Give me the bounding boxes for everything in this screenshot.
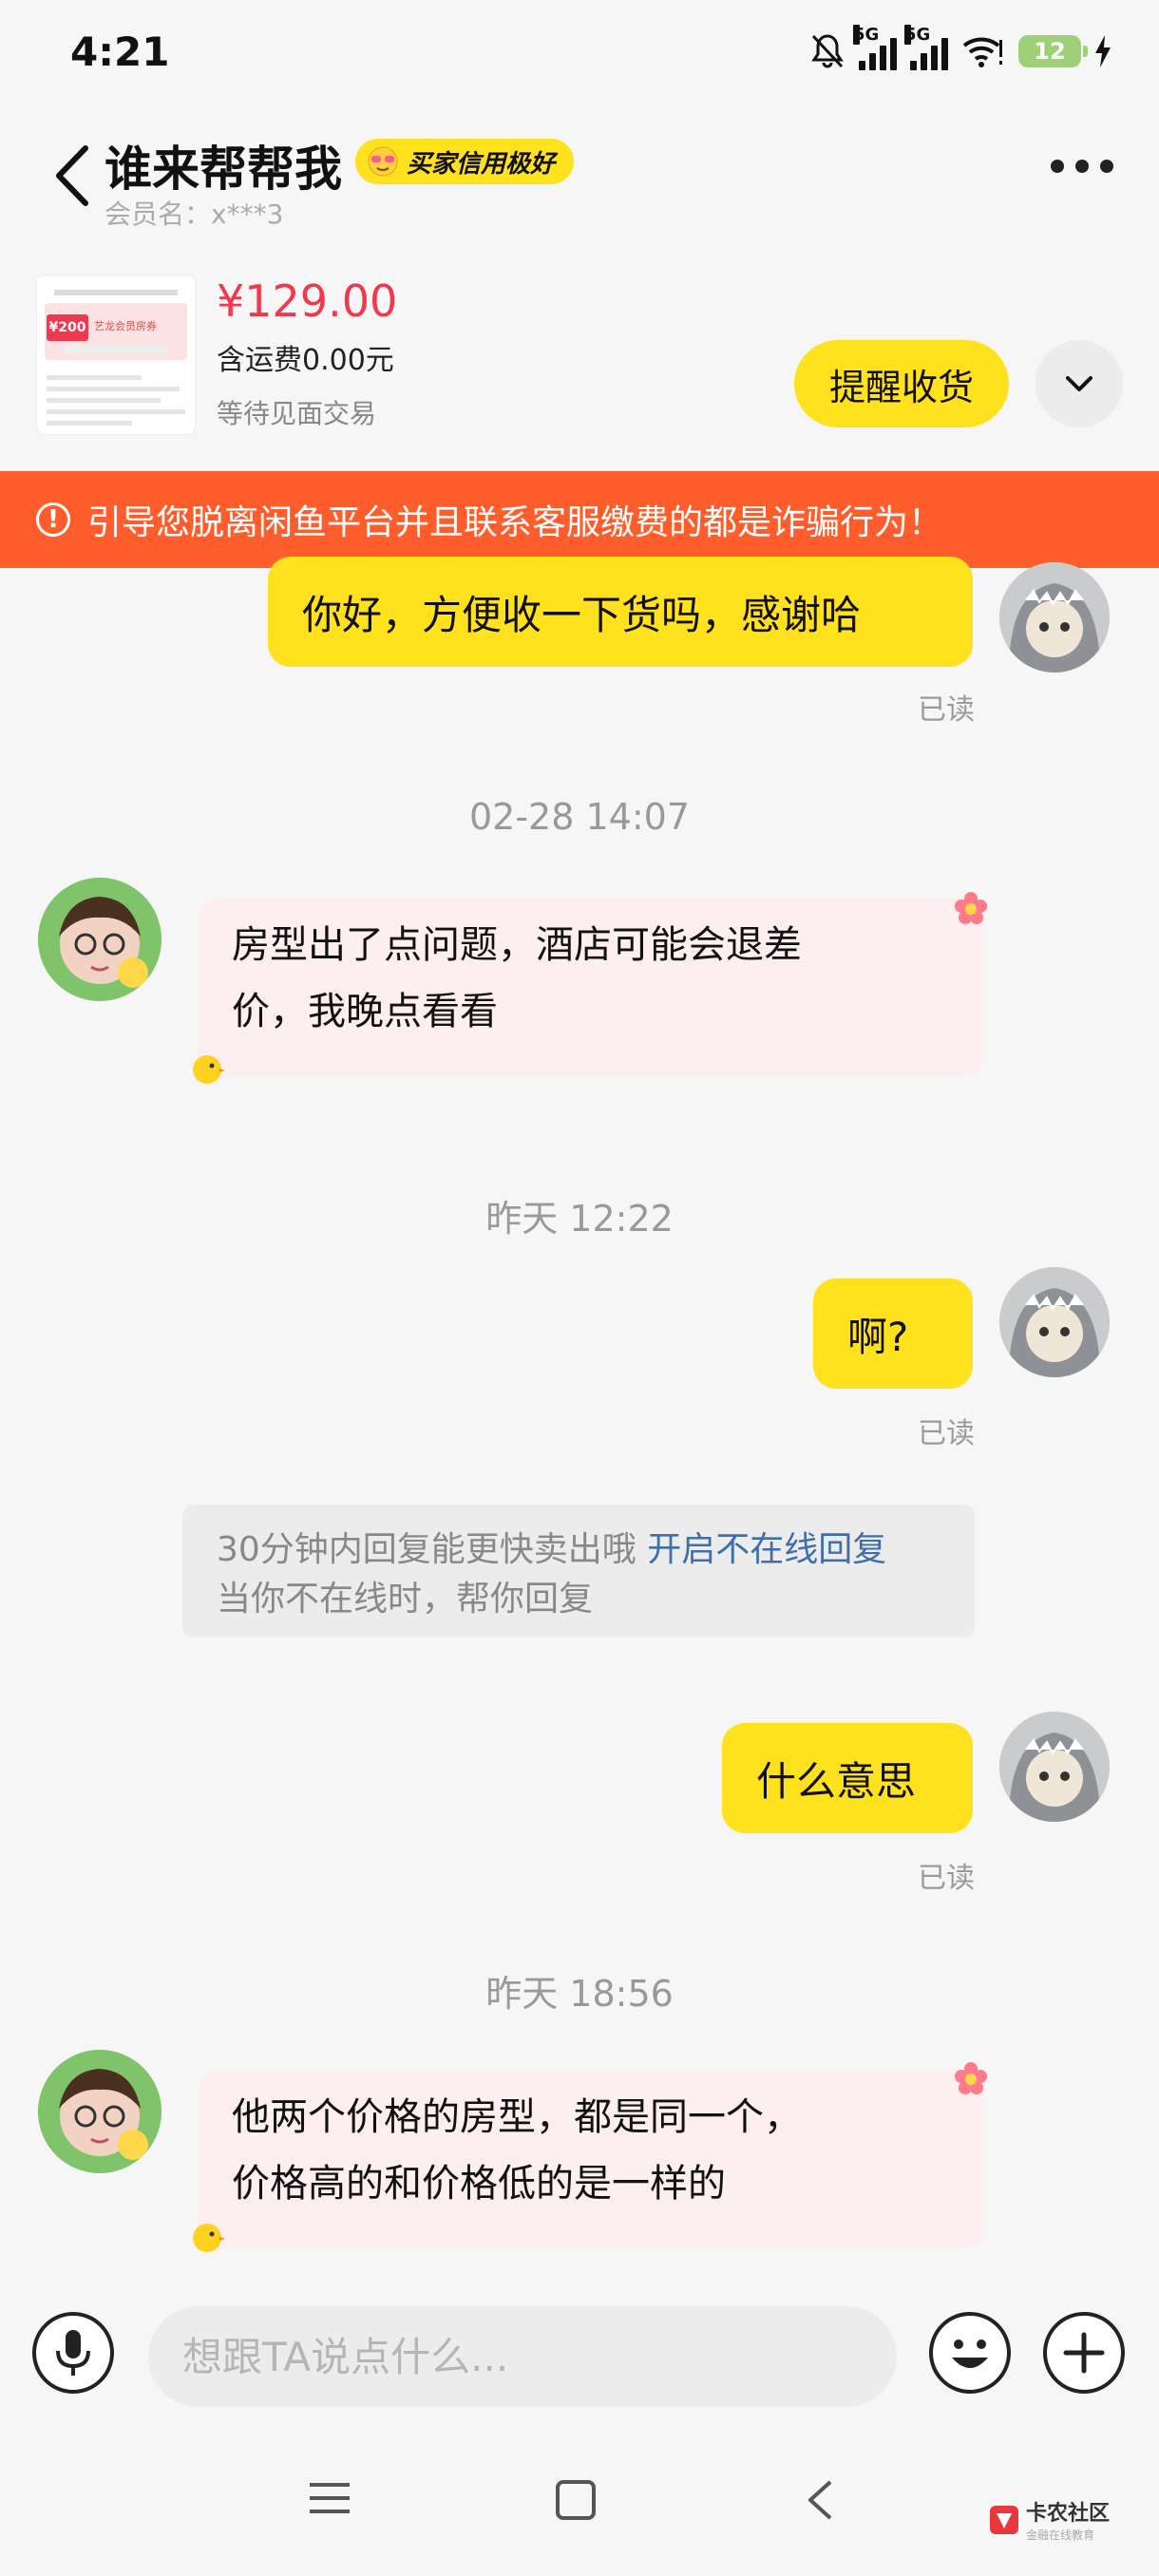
outgoing-message[interactable]: 你好，方便收一下货吗，感谢哈 (268, 557, 973, 667)
tip-subtext: 当你不在线时，帮你回复 (217, 1580, 594, 1619)
timestamp: 02-28 14:07 (468, 796, 690, 838)
back-arrow-icon[interactable] (49, 142, 95, 209)
enable-auto-reply-link[interactable]: 开启不在线回复 (647, 1530, 886, 1569)
message-text: 你好，方便收一下货吗，感谢哈 (302, 591, 862, 638)
message-line: 价格高的和价格低的是一样的 (232, 2162, 726, 2206)
flower-icon (955, 2062, 987, 2094)
my-avatar[interactable] (999, 1267, 1110, 1377)
chick-icon (193, 2224, 225, 2252)
home-nav-icon[interactable] (555, 2479, 597, 2521)
charging-icon (1095, 35, 1111, 67)
mute-bell-icon (811, 34, 844, 68)
message-text: 啊? (847, 1313, 909, 1360)
credit-badge: 买家信用极好 (355, 139, 575, 184)
my-avatar[interactable] (999, 1712, 1110, 1822)
chat-partner-name: 谁来帮帮我 (104, 142, 342, 197)
message-line: 他两个价格的房型，都是同一个， (232, 2095, 802, 2139)
fraud-warning-text: 引导您脱离闲鱼平台并且联系客服缴费的都是诈骗行为！ (87, 503, 943, 542)
member-name: 会员名：x***3 (104, 199, 284, 230)
message-text: 什么意思 (756, 1757, 917, 1805)
timestamp: 昨天 12:22 (485, 1198, 674, 1240)
plus-icon (1063, 2332, 1105, 2374)
read-receipt: 已读 (918, 1862, 975, 1895)
incoming-message[interactable]: 房型出了点问题，酒店可能会退差 价，我晚点看看 (198, 899, 984, 1077)
incoming-message[interactable]: 他两个价格的房型，都是同一个， 价格高的和价格低的是一样的 (198, 2071, 984, 2249)
tip-text: 30分钟内回复能更快卖出哦 (217, 1530, 636, 1569)
status-icons: 5G 5G 12 (809, 25, 1112, 70)
outgoing-message[interactable]: 什么意思 (722, 1723, 973, 1833)
battery-icon: 12 (1018, 35, 1088, 67)
warning-icon: ! (36, 502, 70, 537)
back-nav-icon[interactable] (806, 2479, 834, 2521)
my-avatar[interactable] (999, 562, 1110, 672)
message-line: 房型出了点问题，酒店可能会退差 (232, 923, 802, 967)
signal-icon-1: 5G (853, 25, 897, 70)
status-time: 4:21 (70, 28, 170, 75)
fraud-warning-banner: ! 引导您脱离闲鱼平台并且联系客服缴费的都是诈骗行为！ (0, 471, 1159, 568)
product-thumbnail[interactable]: ¥200 艺龙会员房券 (36, 275, 196, 435)
wifi-icon (962, 37, 1002, 67)
order-status: 等待见面交易 (217, 398, 377, 429)
auto-reply-tip: 30分钟内回复能更快卖出哦 开启不在线回复 当你不在线时，帮你回复 (182, 1505, 975, 1638)
outgoing-message[interactable]: 啊? (813, 1279, 973, 1389)
read-receipt: 已读 (918, 1417, 975, 1450)
message-line: 价，我晚点看看 (232, 990, 498, 1033)
remind-receipt-button[interactable]: 提醒收货 (794, 340, 1009, 427)
partner-avatar[interactable] (38, 878, 162, 1001)
read-receipt: 已读 (918, 693, 975, 727)
voice-input-button[interactable] (32, 2312, 114, 2394)
timestamp: 昨天 18:56 (485, 1973, 674, 2015)
thumb-coupon-title: 艺龙会员房券 (94, 320, 157, 332)
more-options-icon[interactable] (1051, 160, 1113, 173)
flower-icon (955, 892, 987, 924)
kanong-logo-icon (990, 2505, 1018, 2534)
cool-face-icon (368, 146, 398, 177)
emoji-button[interactable] (929, 2312, 1011, 2394)
microphone-icon (56, 2330, 90, 2376)
watermark-logo: 卡农社区 金融在线教育 (988, 2496, 1110, 2543)
product-price: ¥129.00 (217, 275, 398, 327)
product-shipping: 含运费0.00元 (217, 344, 394, 377)
chevron-down-icon (1066, 376, 1092, 391)
partner-avatar[interactable] (38, 2050, 162, 2173)
thumb-coupon-tag: ¥200 (47, 314, 88, 341)
more-actions-button[interactable] (1043, 2312, 1125, 2394)
message-input[interactable] (148, 2306, 897, 2407)
expand-button[interactable] (1036, 340, 1123, 427)
credit-badge-label: 买家信用极好 (407, 149, 556, 179)
smiley-icon (952, 2339, 988, 2368)
chick-icon (193, 1055, 225, 1084)
signal-icon-2: 5G (904, 25, 948, 70)
menu-nav-icon[interactable] (308, 2479, 352, 2517)
